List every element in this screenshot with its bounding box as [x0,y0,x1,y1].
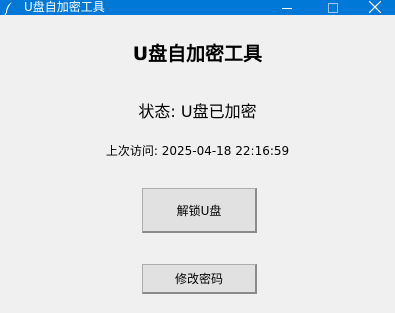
close-button[interactable] [352,0,395,15]
change-password-button[interactable]: 修改密码 [142,264,257,294]
title-bar[interactable]: U盘自加密工具 [0,0,395,16]
close-icon [368,0,382,17]
maximize-button[interactable] [310,0,356,15]
last-visit-time: 上次访问: 2025-04-18 22:16:59 [105,144,290,158]
minimize-icon [282,0,292,17]
feather-icon [4,0,14,16]
encryption-status: 状态: U盘已加密 [138,102,257,121]
app-window: U盘自加密工具 U盘自加密工具 状态: U盘已加密 上次访问: 2025-04-… [0,0,395,313]
maximize-icon [328,0,338,17]
minimize-button[interactable] [264,0,310,15]
unlock-usb-button[interactable]: 解锁U盘 [142,188,257,233]
window-title: U盘自加密工具 [24,0,105,14]
app-heading: U盘自加密工具 [132,43,263,65]
